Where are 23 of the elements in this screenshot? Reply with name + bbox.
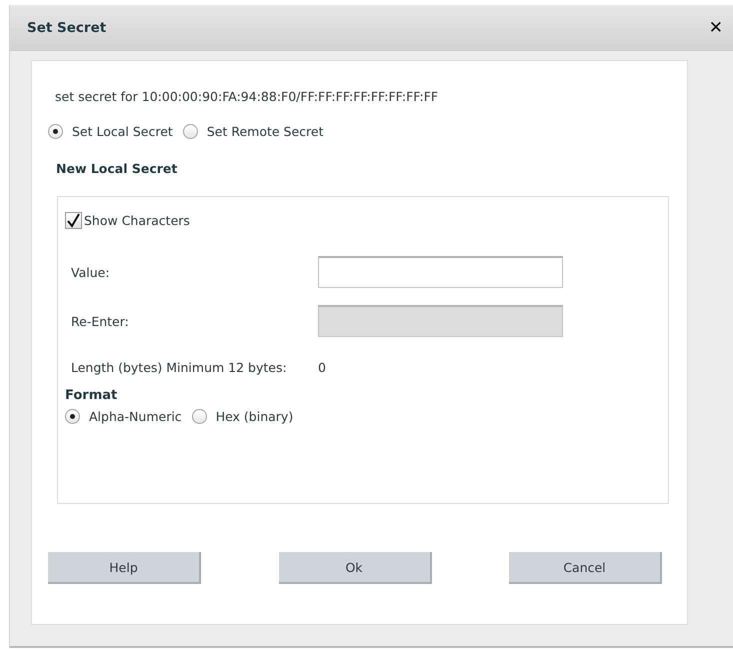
dialog-button[interactable]: Ok — [278, 552, 432, 584]
description-text: set secret for 10:00:00:90:FA:94:88:F0/FF:FF:FF:FF:FF:FF:FF:FF — [54, 89, 440, 104]
dialog-button[interactable]: Cancel — [509, 552, 662, 584]
window-title: Set Secret — [27, 20, 106, 36]
radio-label: Set Local Secret — [72, 124, 173, 139]
radio-label: Hex (binary) — [216, 409, 294, 424]
close-button[interactable]: ✕ — [708, 18, 723, 38]
field-label: Re-Enter: — [70, 314, 130, 328]
radio-label: Alpha-Numeric — [89, 409, 182, 424]
section-title: New Local Secret — [55, 161, 178, 176]
field-label: Value: — [70, 264, 111, 280]
length-value: 0 — [318, 360, 327, 375]
radio-button[interactable] — [65, 409, 80, 424]
dialog-button[interactable]: Help — [48, 552, 201, 584]
checkbox[interactable] — [65, 212, 82, 229]
radio-button[interactable] — [48, 124, 63, 139]
length-label: Length (bytes) Minimum 12 bytes: — [70, 360, 288, 375]
radio-button[interactable] — [192, 409, 207, 424]
input-field[interactable] — [318, 256, 563, 288]
radio-label: Set Remote Secret — [206, 124, 324, 139]
checkbox-label: Show Characters — [84, 213, 190, 228]
format-title: Format — [65, 388, 118, 403]
radio-button[interactable] — [182, 124, 198, 139]
